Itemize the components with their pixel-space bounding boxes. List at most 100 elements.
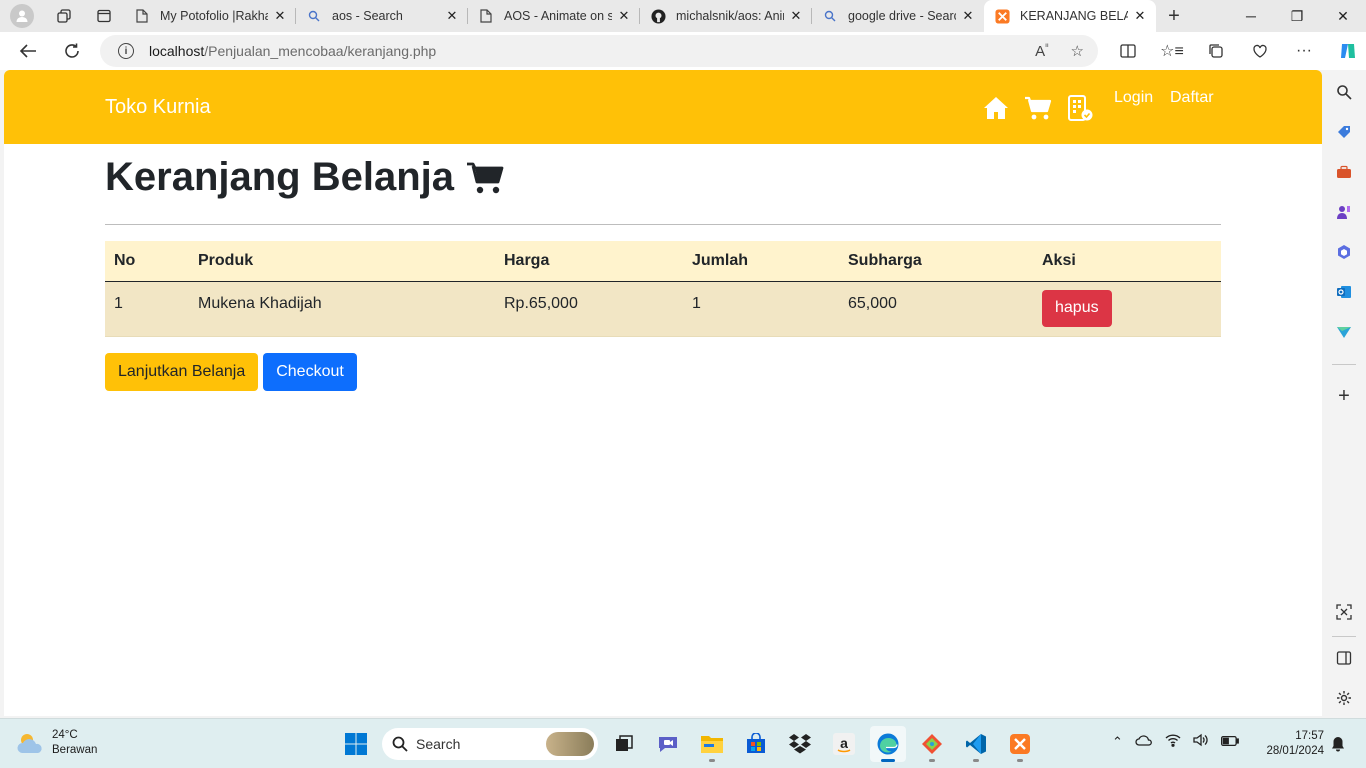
onedrive-cloud-icon[interactable] [1135, 734, 1153, 749]
document-icon [134, 8, 150, 24]
close-tab-icon[interactable]: ✕ [444, 8, 460, 24]
clock[interactable]: 17:57 28/01/2024 [1258, 729, 1324, 759]
close-tab-icon[interactable]: ✕ [788, 8, 804, 24]
microsoft-store-icon[interactable] [738, 726, 774, 762]
site-info-icon[interactable]: i [118, 43, 134, 59]
login-link[interactable]: Login [1114, 89, 1153, 107]
dropbox-icon[interactable] [782, 726, 818, 762]
battery-icon[interactable] [1220, 734, 1239, 749]
taskbar-search[interactable]: Search [382, 728, 598, 760]
wifi-icon[interactable] [1165, 733, 1181, 750]
column-header: Aksi [1033, 241, 1221, 282]
browser-tab-bar: My Potofolio |Rakha ✕ aos - Search ✕ AOS… [0, 0, 1366, 32]
column-header: Harga [495, 241, 683, 282]
restore-button[interactable]: ❐ [1274, 0, 1320, 32]
close-tab-icon[interactable]: ✕ [1132, 8, 1148, 24]
screenshot-icon[interactable] [1334, 602, 1354, 622]
drop-send-icon[interactable] [1334, 322, 1354, 342]
task-view-icon[interactable] [606, 726, 642, 762]
git-kraken-icon[interactable] [914, 726, 950, 762]
checkout-button[interactable]: Checkout [263, 352, 357, 391]
new-tab-button[interactable]: + [1156, 0, 1192, 32]
cell-aksi: hapus [1033, 281, 1221, 337]
teams-chat-icon[interactable] [650, 726, 686, 762]
refresh-button[interactable] [50, 32, 94, 70]
order-list-icon[interactable] [1066, 94, 1094, 122]
address-bar[interactable]: i localhost/Penjualan_mencobaa/keranjang… [100, 35, 1098, 67]
amazon-icon[interactable]: a [826, 726, 862, 762]
volume-icon[interactable] [1193, 733, 1209, 750]
copilot-icon[interactable] [1326, 32, 1366, 70]
continue-shopping-button[interactable]: Lanjutkan Belanja [105, 352, 259, 391]
tab-title: My Potofolio |Rakha [160, 9, 268, 23]
start-button[interactable] [338, 726, 374, 762]
clock-date: 28/01/2024 [1266, 745, 1324, 757]
profile-button[interactable] [0, 0, 44, 32]
minimize-button[interactable]: ─ [1228, 0, 1274, 32]
edge-sidebar: + [1322, 70, 1366, 718]
github-icon [650, 8, 666, 24]
tab-actions-icon[interactable] [84, 0, 124, 32]
chevron-up-icon[interactable]: ⌃ [1112, 734, 1123, 750]
notification-bell-icon[interactable] [1330, 736, 1346, 757]
tab-portfolio[interactable]: My Potofolio |Rakha ✕ [124, 0, 296, 32]
close-window-button[interactable]: ✕ [1320, 0, 1366, 32]
read-aloud-icon[interactable]: Aᐦ [1035, 42, 1048, 60]
edge-browser-icon[interactable] [870, 726, 906, 762]
tab-aos-search[interactable]: aos - Search ✕ [296, 0, 468, 32]
close-tab-icon[interactable]: ✕ [616, 8, 632, 24]
home-icon[interactable] [982, 94, 1010, 122]
split-screen-icon[interactable] [1106, 32, 1150, 70]
search-icon[interactable] [1334, 82, 1354, 102]
web-page: Toko Kurnia Login Daftar Keranjang Belan… [4, 70, 1322, 716]
xampp-icon[interactable] [1002, 726, 1038, 762]
browser-essentials-icon[interactable] [1238, 32, 1282, 70]
cart-actions: Lanjutkan Belanja Checkout [105, 352, 1221, 391]
search-icon [822, 8, 838, 24]
system-tray: ⌃ [1112, 733, 1239, 750]
favorites-icon[interactable]: ☆≡ [1150, 32, 1194, 70]
xampp-icon [994, 8, 1010, 24]
clock-time: 17:57 [1295, 730, 1324, 742]
hapus-button[interactable]: hapus [1042, 289, 1112, 327]
add-sidebar-app-icon[interactable]: + [1334, 385, 1354, 407]
settings-more-icon[interactable]: ··· [1282, 32, 1326, 70]
favorite-star-icon[interactable]: ☆ [1071, 42, 1084, 60]
back-button[interactable] [6, 32, 50, 70]
daftar-link[interactable]: Daftar [1170, 89, 1214, 107]
svg-text:a: a [840, 735, 848, 751]
tab-aos-docs[interactable]: AOS - Animate on scroll ✕ [468, 0, 640, 32]
hide-sidebar-icon[interactable] [1334, 648, 1354, 668]
sidebar-settings-icon[interactable] [1334, 688, 1354, 708]
brand-link[interactable]: Toko Kurnia [105, 96, 211, 119]
collections-icon[interactable] [1194, 32, 1238, 70]
tools-briefcase-icon[interactable] [1334, 162, 1354, 182]
partly-cloudy-icon [17, 734, 42, 753]
cell-subharga: 65,000 [839, 281, 1033, 337]
tab-title: KERANJANG BELANJA [1020, 9, 1128, 23]
tab-keranjang-active[interactable]: KERANJANG BELANJA ✕ [984, 0, 1156, 32]
cart-icon[interactable] [1024, 94, 1052, 122]
outlook-icon[interactable] [1334, 282, 1354, 302]
games-icon[interactable] [1334, 202, 1354, 222]
file-explorer-icon[interactable] [694, 726, 730, 762]
site-navbar: Toko Kurnia Login Daftar [4, 70, 1322, 144]
divider [105, 224, 1221, 225]
workspaces-icon[interactable] [44, 0, 84, 32]
shopping-tag-icon[interactable] [1334, 122, 1354, 142]
search-icon [392, 736, 408, 752]
document-icon [478, 8, 494, 24]
weather-widget[interactable]: 24°C Berawan [16, 728, 97, 758]
close-tab-icon[interactable]: ✕ [960, 8, 976, 24]
cart-container: Keranjang Belanja No Produk Harga Jumlah… [105, 144, 1221, 391]
search-highlight-image [546, 732, 594, 756]
tab-google-drive-search[interactable]: google drive - Search ✕ [812, 0, 984, 32]
window-controls: ─ ❐ ✕ [1228, 0, 1366, 32]
tab-github[interactable]: michalsnik/aos: Animate ✕ [640, 0, 812, 32]
url-text: localhost/Penjualan_mencobaa/keranjang.p… [149, 43, 437, 59]
microsoft-365-icon[interactable] [1334, 242, 1354, 262]
tab-title: aos - Search [332, 9, 403, 23]
vscode-icon[interactable] [958, 726, 994, 762]
search-icon [306, 8, 322, 24]
close-tab-icon[interactable]: ✕ [272, 8, 288, 24]
